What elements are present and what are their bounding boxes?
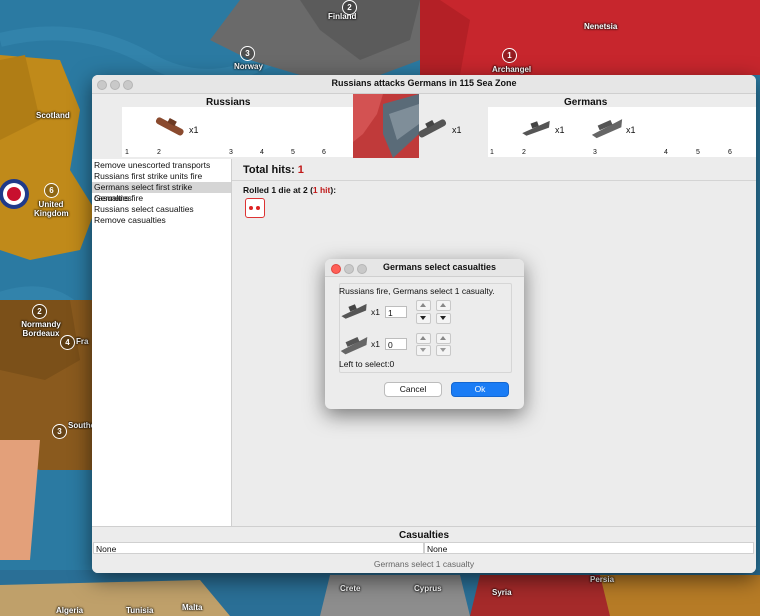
casualties-panel: Casualties None None Germans select 1 ca… [92, 526, 756, 573]
unit-count: x1 [189, 125, 199, 135]
step-item[interactable]: Russians select casualties [92, 204, 231, 215]
casualty-count-field[interactable]: 1 [385, 306, 407, 318]
roll-number: 3 [593, 149, 597, 156]
territory-label: Archangel [492, 65, 532, 74]
status-bar: Germans select 1 casualty [373, 559, 475, 569]
die-pip [256, 206, 260, 210]
total-hits: Total hits: 1 [243, 164, 304, 176]
ipc-badge: 6 [44, 183, 59, 198]
increment-max-button[interactable] [436, 300, 451, 311]
increment-button[interactable] [416, 300, 431, 311]
increment-button[interactable] [416, 333, 431, 344]
roll-number: 4 [260, 149, 264, 156]
defender-roll-numbers: 1 2 3 4 5 6 [488, 149, 756, 157]
dialog-message: Russians fire, Germans select 1 casualty… [339, 286, 495, 296]
roll-number: 1 [125, 149, 129, 156]
left-to-select: Left to select:0 [339, 359, 395, 369]
step-item[interactable]: Germans fire [92, 193, 231, 204]
roll-number: 6 [728, 149, 732, 156]
territory-label: Tunisia [126, 606, 154, 615]
territory-label: Fra [76, 337, 89, 346]
territory-label: Malta [182, 603, 203, 612]
close-dialog-button[interactable] [331, 264, 341, 274]
casualty-count-field[interactable]: 0 [385, 338, 407, 350]
territory-label: Cyprus [414, 584, 442, 593]
roll-hits: 1 hit [312, 185, 331, 195]
ipc-badge: 2 [32, 304, 47, 319]
attacker-roll-numbers: 1 2 3 4 5 6 [122, 149, 353, 157]
territory-label: United Kingdom [34, 200, 69, 218]
unit-count: x1 [452, 125, 462, 135]
roll-text: ): [330, 185, 337, 195]
unit-count: x1 [555, 125, 565, 135]
unit-count: x1 [371, 307, 380, 317]
roll-number: 2 [522, 149, 526, 156]
unit-count: x1 [371, 339, 380, 349]
decrement-min-button[interactable] [436, 345, 451, 356]
roll-text: Rolled 1 die at 2 ( [243, 185, 313, 195]
transport-ship-icon [155, 117, 184, 136]
roll-number: 2 [157, 149, 161, 156]
select-casualties-dialog: Germans select casualties Russians fire,… [325, 259, 524, 409]
unit-count: x1 [626, 125, 636, 135]
defender-unit[interactable]: x1 [589, 109, 639, 145]
battle-titlebar: Russians attacks Germans in 115 Sea Zone [92, 75, 756, 94]
map-thumbnail [353, 94, 419, 158]
territory-label: Syria [492, 588, 512, 597]
total-hits-label: Total hits: [243, 164, 295, 176]
battle-title: Russians attacks Germans in 115 Sea Zone [331, 78, 517, 88]
destroyer-icon [341, 303, 367, 319]
dialog-titlebar: Germans select casualties [325, 259, 524, 277]
cruiser-icon [591, 119, 623, 139]
territory-label: Algeria [56, 606, 84, 615]
total-hits-value: 1 [297, 164, 304, 176]
ipc-badge: 1 [502, 48, 517, 63]
minimize-dialog-button[interactable] [344, 264, 354, 274]
territory-label: Norway [234, 62, 263, 71]
roll-number: 5 [291, 149, 295, 156]
divider [232, 180, 756, 181]
battle-steps-list: Remove unescorted transports Russians fi… [92, 159, 232, 526]
step-item[interactable]: Russians first strike units fire [92, 171, 231, 182]
roll-number: 5 [696, 149, 700, 156]
territory-label: Nenetsia [584, 22, 618, 31]
ok-button[interactable]: Ok [451, 382, 509, 397]
casualties-title: Casualties [398, 530, 450, 541]
territory-label: Normandy Bordeaux [21, 320, 61, 338]
decrement-min-button[interactable] [436, 313, 451, 324]
attacker-casualties: None [93, 542, 424, 554]
decrement-button[interactable] [416, 345, 431, 356]
roll-number: 6 [322, 149, 326, 156]
territory-label: Persia [590, 575, 615, 584]
ipc-badge: 3 [240, 46, 255, 61]
defender-casualties: None [424, 542, 754, 554]
cancel-button[interactable]: Cancel [384, 382, 442, 397]
ipc-badge: 3 [52, 424, 67, 439]
dialog-title: Germans select casualties [382, 262, 497, 272]
step-item[interactable]: Remove casualties [92, 215, 231, 226]
territory-label: Scotland [36, 111, 70, 120]
destroyer-icon [522, 120, 550, 136]
defender-unit[interactable]: x1 [520, 109, 570, 145]
die-face [245, 198, 265, 218]
roll-number: 3 [229, 149, 233, 156]
roll-result: Rolled 1 die at 2 (1 hit): [243, 185, 336, 195]
transport-ship-icon [418, 119, 447, 138]
decrement-button[interactable] [416, 313, 431, 324]
battle-terrain-image [353, 94, 419, 158]
defender-unit[interactable]: x1 [414, 109, 464, 145]
increment-max-button[interactable] [436, 333, 451, 344]
roll-number: 4 [664, 149, 668, 156]
territory-label: Crete [340, 584, 361, 593]
roll-number: 1 [490, 149, 494, 156]
step-item[interactable]: Remove unescorted transports [92, 160, 231, 171]
ipc-badge: 2 [342, 0, 357, 15]
cruiser-icon [340, 336, 368, 355]
step-item-selected[interactable]: Germans select first strike casualties [92, 182, 231, 203]
attacker-unit[interactable]: x1 [152, 109, 212, 145]
die-pip [249, 206, 253, 210]
ipc-badge: 4 [60, 335, 75, 350]
